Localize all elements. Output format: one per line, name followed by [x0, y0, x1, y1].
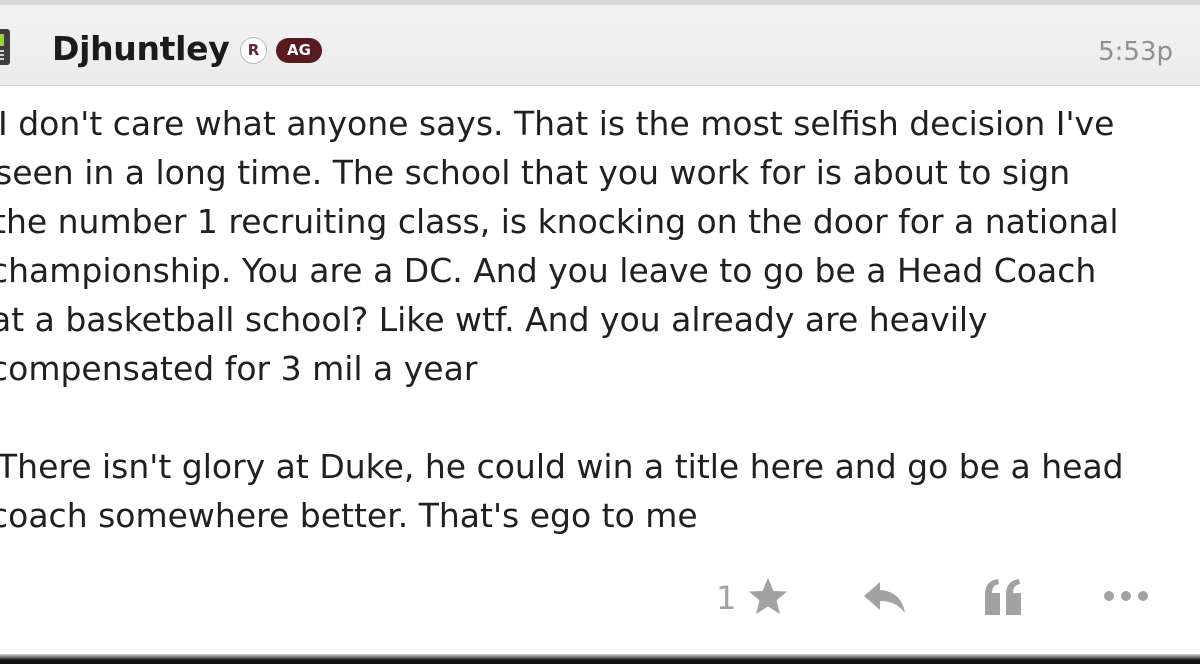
phone-avatar-icon[interactable] — [0, 29, 10, 65]
body-line: seen in a long time. The school that you… — [0, 153, 1071, 192]
author-username[interactable]: Djhuntley — [52, 29, 230, 69]
post-page: Djhuntley R AG 5:53p I don't care what a… — [0, 0, 1200, 664]
post-header: Djhuntley R AG 5:53p — [0, 0, 1200, 86]
phone-keypad — [0, 50, 4, 60]
reply-icon[interactable] — [860, 576, 908, 618]
body-line: at a basketball school? Like wtf. And yo… — [0, 300, 988, 339]
post-action-bar: 1 — [0, 568, 1200, 624]
star-count: 1 — [716, 579, 737, 617]
body-line: compensated for 3 mil a year — [0, 349, 478, 388]
registered-badge: R — [240, 37, 267, 64]
body-line: the number 1 recruiting class, is knocki… — [0, 202, 1119, 241]
body-line: championship. You are a DC. And you leav… — [0, 251, 1097, 290]
post-timestamp: 5:53p — [1098, 37, 1173, 67]
post-body-paragraph-1: I don't care what anyone says. That is t… — [0, 99, 1200, 393]
phone-screen — [0, 34, 4, 46]
ag-badge: AG — [276, 38, 322, 63]
body-line: There isn't glory at Duke, he could win … — [0, 447, 1124, 486]
bottom-divider — [0, 654, 1200, 664]
post-body-paragraph-2: There isn't glory at Duke, he could win … — [0, 442, 1200, 540]
body-line: coach somewhere better. That's ego to me — [0, 496, 698, 535]
body-line: I don't care what anyone says. That is t… — [0, 104, 1115, 143]
star-icon[interactable] — [746, 575, 790, 619]
quote-icon[interactable] — [982, 576, 1024, 618]
more-icon[interactable] — [1102, 584, 1150, 608]
